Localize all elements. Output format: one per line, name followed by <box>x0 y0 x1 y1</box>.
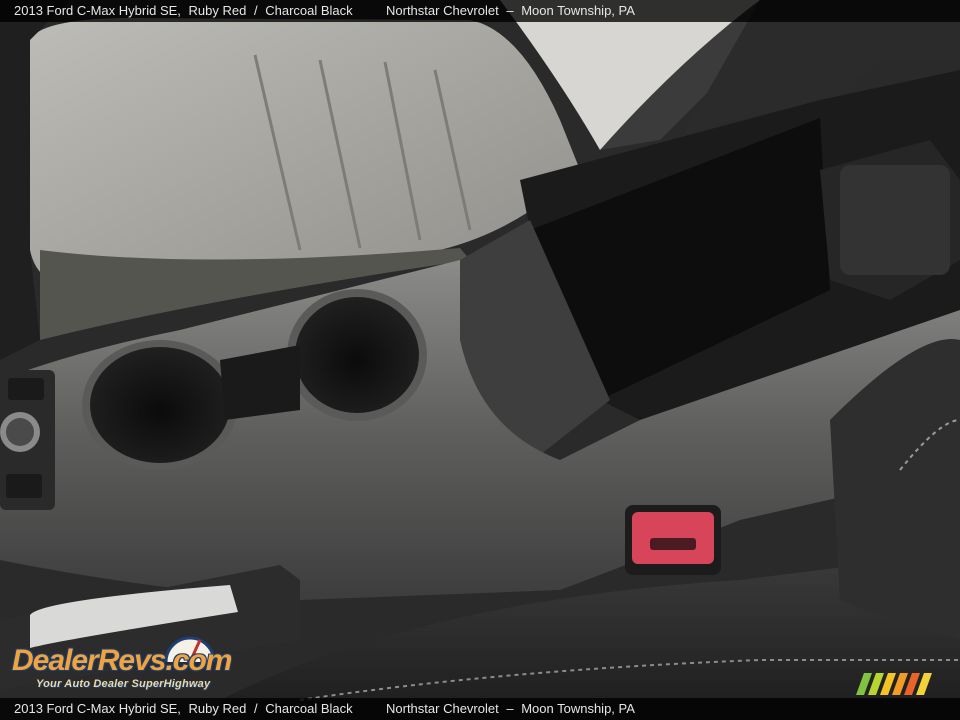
caption-interior-bottom: Charcoal Black <box>265 701 353 716</box>
caption-location: Moon Township, PA <box>521 3 635 18</box>
stripes-badge-icon <box>856 673 932 695</box>
caption-dash-bottom: – <box>506 701 514 716</box>
caption-exterior-bottom: Ruby Red <box>188 701 247 716</box>
center-console-scene <box>0 0 960 720</box>
caption-dash: – <box>506 3 514 18</box>
watermark-tagline: Your Auto Dealer SuperHighway <box>36 678 211 690</box>
seat-belt-buckle <box>625 505 721 575</box>
caption-location-bottom: Moon Township, PA <box>521 701 635 716</box>
caption-vehicle-bottom: 2013 Ford C-Max Hybrid SE, <box>14 701 181 716</box>
caption-dealer-info: Northstar Chevrolet – Moon Township, PA <box>386 0 635 22</box>
caption-vehicle-info-bottom: 2013 Ford C-Max Hybrid SE, Ruby Red / Ch… <box>14 698 353 720</box>
caption-dealer-info-bottom: Northstar Chevrolet – Moon Township, PA <box>386 698 635 720</box>
caption-exterior: Ruby Red <box>188 3 247 18</box>
dealerrevs-watermark-logo: DealerRevs.com Your Auto Dealer SuperHig… <box>10 626 270 696</box>
caption-vehicle-info: 2013 Ford C-Max Hybrid SE, Ruby Red / Ch… <box>14 0 353 22</box>
console-switch-panel <box>0 370 55 510</box>
caption-interior: Charcoal Black <box>265 3 353 18</box>
caption-dealer-bottom: Northstar Chevrolet <box>386 701 499 716</box>
watermark-brand: DealerRevs.com <box>12 644 232 677</box>
vehicle-photo: 2013 Ford C-Max Hybrid SE, Ruby Red / Ch… <box>0 0 960 720</box>
caption-separator: / <box>253 3 258 18</box>
caption-separator-bottom: / <box>253 701 258 716</box>
caption-bar-top: 2013 Ford C-Max Hybrid SE, Ruby Red / Ch… <box>0 0 960 22</box>
caption-bar-bottom: 2013 Ford C-Max Hybrid SE, Ruby Red / Ch… <box>0 698 960 720</box>
caption-dealer: Northstar Chevrolet <box>386 3 499 18</box>
caption-vehicle: 2013 Ford C-Max Hybrid SE, <box>14 3 181 18</box>
